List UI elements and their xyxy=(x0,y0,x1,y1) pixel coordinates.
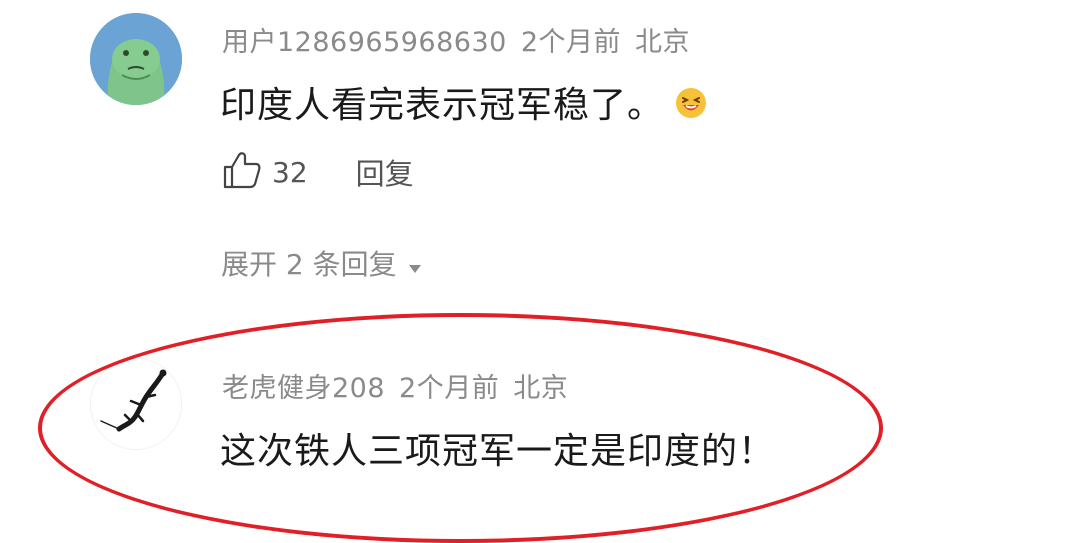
comment-text: 这次铁人三项冠军一定是印度的！ xyxy=(220,422,775,474)
comment-time: 2个月前 xyxy=(399,373,500,404)
comment-actions: 32 回复 xyxy=(222,152,414,192)
thumbs-up-icon xyxy=(222,151,262,193)
reply-button[interactable]: 回复 xyxy=(356,151,414,193)
comment-text: 印度人看完表示冠军稳了。 xyxy=(220,76,708,129)
username[interactable]: 用户1286965968630 xyxy=(222,27,507,58)
comment-meta: 用户1286965968630 2个月前 北京 xyxy=(222,20,690,59)
green-frog-avatar-icon xyxy=(90,13,182,105)
comment-time: 2个月前 xyxy=(520,27,622,58)
like-count: 32 xyxy=(272,155,308,189)
comment-location: 北京 xyxy=(513,373,569,404)
gecko-avatar-icon xyxy=(91,359,181,449)
expand-replies-label: 展开 2 条回复 xyxy=(221,248,397,281)
like-button[interactable]: 32 xyxy=(222,151,308,193)
expand-replies-button[interactable]: 展开 2 条回复 xyxy=(221,243,421,283)
laughing-emoji-icon xyxy=(674,86,708,129)
username[interactable]: 老虎健身208 xyxy=(222,373,385,404)
caret-down-icon xyxy=(408,247,421,280)
avatar[interactable] xyxy=(90,13,182,105)
comment-text-body: 印度人看完表示冠军稳了。 xyxy=(220,85,665,126)
avatar[interactable] xyxy=(90,358,182,450)
comment-meta: 老虎健身208 2个月前 北京 xyxy=(222,366,568,405)
comment-location: 北京 xyxy=(635,27,691,58)
comment-text-body: 这次铁人三项冠军一定是印度的！ xyxy=(220,431,776,472)
